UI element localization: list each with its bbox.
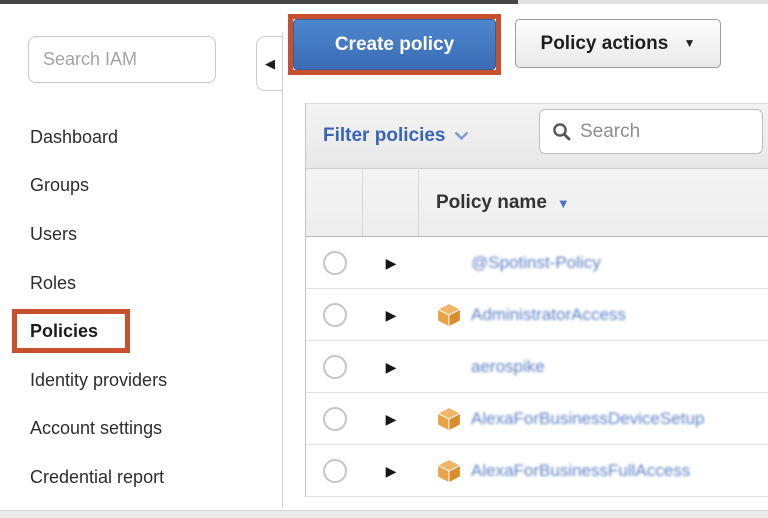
sidebar-item-label: Identity providers: [30, 370, 167, 391]
sidebar-item-groups[interactable]: Groups: [0, 162, 282, 211]
sidebar-item-policies[interactable]: Policies: [0, 307, 282, 356]
window-bottom-edge: [0, 510, 768, 518]
expand-row-icon[interactable]: ▶: [386, 256, 397, 270]
annotation-box-create-policy: Create policy: [288, 14, 501, 75]
sidebar-item-roles[interactable]: Roles: [0, 259, 282, 308]
chevron-down-icon: [454, 131, 469, 141]
policy-row[interactable]: ▶ aerospike: [306, 341, 768, 393]
expand-row-icon[interactable]: ▶: [386, 360, 397, 374]
policy-name-link[interactable]: AlexaForBusinessFullAccess: [471, 461, 690, 481]
expand-row-icon[interactable]: ▶: [386, 412, 397, 426]
policy-row[interactable]: ▶ AdministratorAccess: [306, 289, 768, 341]
filter-bar: Filter policies: [306, 103, 768, 169]
policy-actions-label: Policy actions: [541, 33, 669, 54]
row-radio-button[interactable]: [323, 303, 347, 327]
row-radio-button[interactable]: [323, 251, 347, 275]
sidebar-collapse-button[interactable]: ◀: [256, 36, 283, 91]
policy-name-link[interactable]: AdministratorAccess: [471, 305, 626, 325]
sidebar-item-account-settings[interactable]: Account settings: [0, 405, 282, 454]
aws-iam-policies-page: Dashboard Groups Users Roles Policies Id…: [0, 0, 768, 518]
policy-actions-button[interactable]: Policy actions ▼: [515, 19, 721, 68]
sidebar-nav: Dashboard Groups Users Roles Policies Id…: [0, 113, 282, 502]
iam-search-input[interactable]: [28, 36, 216, 83]
sidebar-item-label: Dashboard: [30, 127, 118, 148]
caret-down-icon: ▼: [684, 36, 696, 50]
row-radio-button[interactable]: [323, 459, 347, 483]
filter-policies-dropdown[interactable]: Filter policies: [323, 125, 469, 147]
policy-row[interactable]: ▶ AlexaForBusinessFullAccess: [306, 445, 768, 497]
table-header: Policy name ▼: [306, 169, 768, 237]
policy-name-link[interactable]: aerospike: [471, 357, 545, 377]
sidebar-item-users[interactable]: Users: [0, 210, 282, 259]
sidebar-divider: [282, 33, 283, 508]
policy-search-box: [539, 109, 763, 154]
sidebar-item-label: Users: [30, 224, 77, 245]
policy-name-column-header[interactable]: Policy name: [436, 192, 547, 214]
row-radio-button[interactable]: [323, 407, 347, 431]
create-policy-button[interactable]: Create policy: [293, 19, 496, 70]
expand-row-icon[interactable]: ▶: [386, 308, 397, 322]
aws-managed-policy-icon: [436, 458, 462, 484]
filter-policies-label: Filter policies: [323, 125, 445, 147]
sort-desc-icon[interactable]: ▼: [557, 196, 570, 211]
sidebar-item-label: Roles: [30, 273, 76, 294]
policy-search-input[interactable]: [580, 121, 750, 143]
header-expand-column: [363, 169, 419, 236]
sidebar-item-label: Groups: [30, 175, 89, 196]
sidebar-item-credential-report[interactable]: Credential report: [0, 453, 282, 502]
sidebar-item-label: Policies: [30, 321, 98, 342]
header-radio-column: [306, 169, 363, 236]
policy-name-link[interactable]: @Spotinst-Policy: [471, 253, 601, 273]
sidebar-item-identity-providers[interactable]: Identity providers: [0, 356, 282, 405]
policy-name-link[interactable]: AlexaForBusinessDeviceSetup: [471, 409, 704, 429]
expand-row-icon[interactable]: ▶: [386, 464, 397, 478]
policy-row[interactable]: ▶ AlexaForBusinessDeviceSetup: [306, 393, 768, 445]
policy-row[interactable]: ▶ @Spotinst-Policy: [306, 237, 768, 289]
table-body: ▶ @Spotinst-Policy ▶ AdministratorAccess: [306, 237, 768, 497]
sidebar-item-dashboard[interactable]: Dashboard: [0, 113, 282, 162]
aws-managed-policy-icon: [436, 302, 462, 328]
collapse-left-icon: ◀: [265, 57, 275, 70]
sidebar-item-label: Credential report: [30, 467, 164, 488]
aws-managed-policy-icon: [436, 406, 462, 432]
sidebar-item-label: Account settings: [30, 418, 162, 439]
search-icon: [552, 122, 571, 141]
policies-table-panel: Filter policies Policy name ▼: [305, 103, 768, 497]
sidebar: Dashboard Groups Users Roles Policies Id…: [0, 4, 282, 510]
row-radio-button[interactable]: [323, 355, 347, 379]
